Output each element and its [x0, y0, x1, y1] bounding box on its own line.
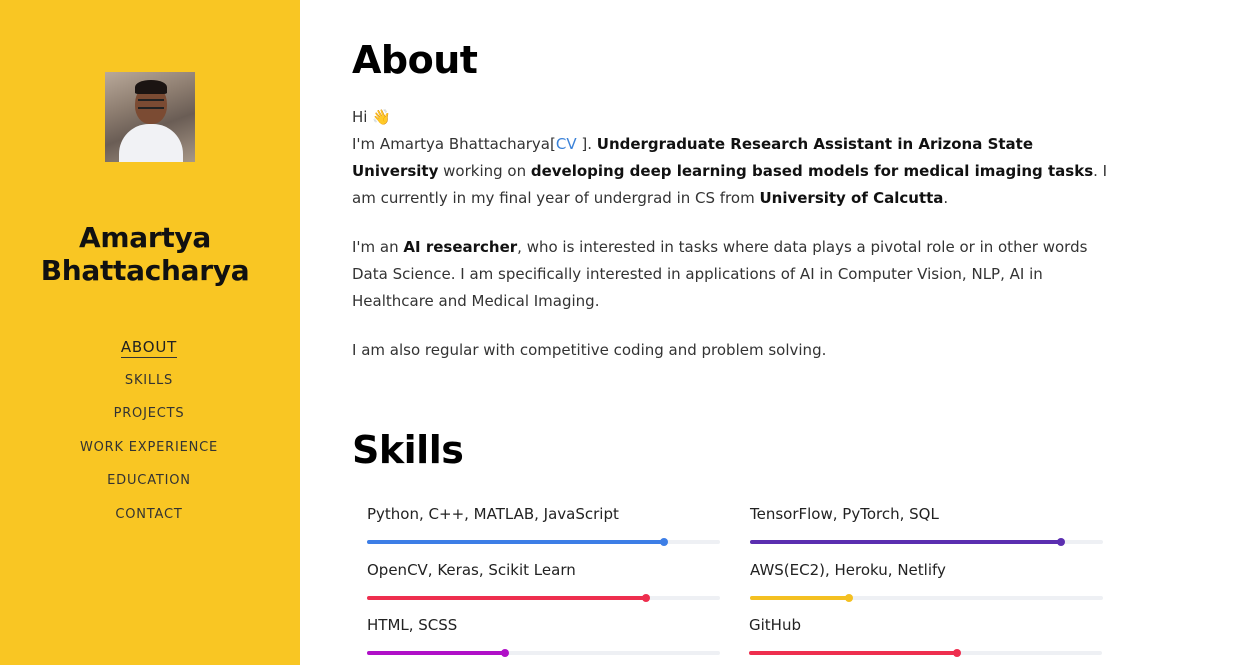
skill-item: OpenCV, Keras, Scikit Learn — [367, 561, 720, 602]
nav-item-skills[interactable]: SKILLS — [0, 370, 298, 404]
skill-label: Python, C++, MATLAB, JavaScript — [367, 505, 619, 523]
about-text: Hi 👋 I'm Amartya Bhattacharya[CV ]. Unde… — [352, 104, 1122, 386]
university-text: University of Calcutta — [759, 189, 944, 207]
skill-label: HTML, SCSS — [367, 616, 458, 634]
skill-item: TensorFlow, PyTorch, SQL — [750, 505, 1103, 546]
skill-knob — [659, 538, 668, 546]
nav-label-about[interactable]: ABOUT — [120, 338, 178, 358]
skill-track — [750, 538, 1103, 546]
intro-prefix: I'm Amartya Bhattacharya[ — [352, 135, 556, 153]
skill-fill — [750, 596, 849, 600]
greeting: Hi 👋 — [352, 108, 391, 126]
cv-link[interactable]: CV — [556, 135, 577, 153]
skill-fill — [367, 596, 646, 600]
skill-knob — [953, 649, 962, 657]
about-paragraph-3: I am also regular with competitive codin… — [352, 341, 827, 359]
skill-track — [749, 649, 1102, 657]
nav-item-work-experience[interactable]: WORK EXPERIENCE — [0, 437, 298, 471]
nav-label-work-experience[interactable]: WORK EXPERIENCE — [80, 440, 218, 455]
about-paragraph-1: I'm Amartya Bhattacharya[CV ]. Undergrad… — [352, 131, 1122, 212]
sidebar-nav: ABOUT SKILLS PROJECTS WORK EXPERIENCE ED… — [0, 336, 298, 538]
skill-fill — [749, 651, 958, 655]
skills-heading: Skills — [352, 428, 464, 472]
skill-track — [367, 538, 720, 546]
about-heading: About — [352, 38, 478, 82]
skill-knob — [500, 649, 509, 657]
ai-researcher-text: AI researcher — [403, 238, 518, 256]
skill-label: TensorFlow, PyTorch, SQL — [750, 505, 939, 523]
skill-track — [367, 649, 720, 657]
avatar-hair — [135, 80, 167, 94]
avatar — [105, 72, 195, 162]
university-after: . — [943, 189, 949, 207]
skill-item: GitHub — [749, 616, 1102, 657]
skill-item: AWS(EC2), Heroku, Netlify — [750, 561, 1103, 602]
nav-label-education[interactable]: EDUCATION — [107, 473, 191, 488]
skill-knob — [1056, 538, 1065, 546]
role-after: working on — [438, 162, 531, 180]
nav-item-education[interactable]: EDUCATION — [0, 470, 298, 504]
avatar-shirt — [119, 124, 183, 162]
nav-label-skills[interactable]: SKILLS — [125, 373, 173, 388]
skill-label: GitHub — [749, 616, 801, 634]
skill-fill — [367, 651, 505, 655]
p2-prefix: I'm an — [352, 238, 404, 256]
skill-label: OpenCV, Keras, Scikit Learn — [367, 561, 576, 579]
nav-item-about[interactable]: ABOUT — [0, 336, 298, 370]
about-paragraph-2: I'm an AI researcher, who is interested … — [352, 234, 1122, 315]
skill-track — [367, 594, 720, 602]
skill-fill — [367, 540, 664, 544]
nav-label-contact[interactable]: CONTACT — [115, 507, 182, 522]
avatar-glasses — [138, 99, 164, 109]
nav-label-projects[interactable]: PROJECTS — [114, 406, 185, 421]
nav-item-projects[interactable]: PROJECTS — [0, 403, 298, 437]
intro-after-cv: ]. — [576, 135, 597, 153]
profile-name: Amartya Bhattacharya — [40, 221, 250, 287]
sidebar: Amartya Bhattacharya ABOUT SKILLS PROJEC… — [0, 0, 300, 665]
skill-fill — [750, 540, 1061, 544]
skill-knob — [641, 594, 650, 602]
nav-item-contact[interactable]: CONTACT — [0, 504, 298, 538]
skill-item: HTML, SCSS — [367, 616, 720, 657]
skill-knob — [844, 594, 853, 602]
topic-text: developing deep learning based models fo… — [530, 162, 1094, 180]
skill-label: AWS(EC2), Heroku, Netlify — [750, 561, 946, 579]
skill-item: Python, C++, MATLAB, JavaScript — [367, 505, 720, 546]
skill-track — [750, 594, 1103, 602]
